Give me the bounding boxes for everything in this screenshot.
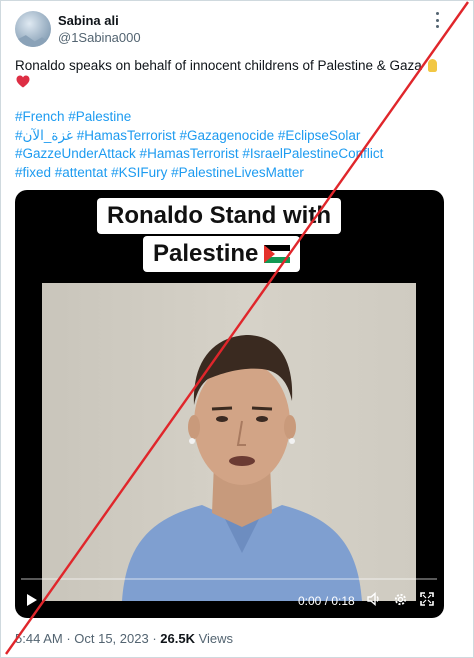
meta-separator: · [62,631,75,646]
red-heart-emoji-icon [16,75,30,88]
fullscreen-icon[interactable] [420,592,434,606]
author-display-name[interactable]: Sabina ali [58,13,119,28]
tweet-time[interactable]: 5:44 AM [15,631,63,646]
author-handle[interactable]: @1Sabina000 [58,30,141,45]
tweet-metadata: 5:44 AM · Oct 15, 2023 · 26.5K Views [15,631,233,646]
hashtag-line[interactable]: #fixed #attentat #KSIFury #PalestineLive… [15,164,455,183]
hashtag-line[interactable]: #French #Palestine [15,108,455,127]
video-caption-line1: Ronaldo Stand with [97,198,341,234]
meta-separator: · [148,631,161,646]
caption-text: Palestine [153,240,259,267]
video-frame[interactable] [42,283,416,601]
lightbulb-emoji-icon [427,59,437,72]
views-label: Views [194,631,234,646]
speaker-figure [122,335,362,601]
video-progress-bar[interactable] [21,578,437,580]
hashtag-line[interactable]: #غزة_الآن #HamasTerrorist #Gazagenocide … [15,127,455,146]
avatar[interactable] [15,11,51,47]
video-player[interactable]: Ronaldo Stand with Palestine 0:00 / 0:18 [15,190,444,618]
more-horizontal-icon[interactable] [430,12,444,28]
hashtag-block: #French #Palestine #غزة_الآن #HamasTerro… [15,108,455,182]
palestine-flag-icon [264,245,291,263]
play-icon[interactable] [27,594,37,606]
video-caption-line2: Palestine [143,236,301,272]
tweet-body: Ronaldo speaks on behalf of innocent chi… [15,58,422,73]
hashtag-line[interactable]: #GazzeUnderAttack #HamasTerrorist #Israe… [15,145,455,164]
tweet-text: Ronaldo speaks on behalf of innocent chi… [15,56,455,75]
views-count: 26.5K [160,631,195,646]
settings-icon[interactable] [393,592,408,607]
volume-icon[interactable] [367,592,381,606]
tweet-date[interactable]: Oct 15, 2023 [74,631,148,646]
video-time-display: 0:00 / 0:18 [298,594,355,608]
avatar-landscape-shape [15,35,51,47]
